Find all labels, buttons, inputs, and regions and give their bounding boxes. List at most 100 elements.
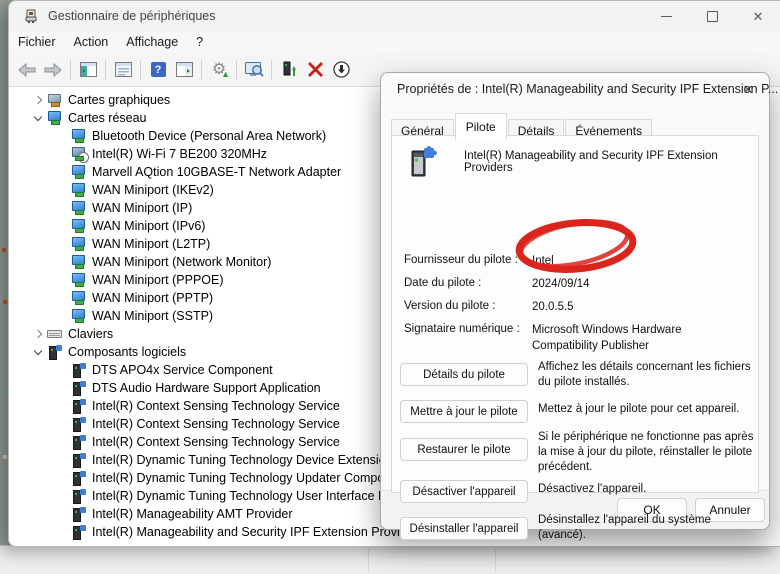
network-adapter-icon (71, 309, 86, 323)
tree-item-label: WAN Miniport (Network Monitor) (92, 255, 271, 269)
tree-item-label: WAN Miniport (L2TP) (92, 237, 210, 251)
uninstall-device-button[interactable]: Désinstaller l'appareil (400, 517, 528, 540)
forward-icon[interactable] (42, 59, 64, 81)
network-adapter-disabled-icon: ↓ (71, 147, 86, 161)
background-window-strip (0, 545, 780, 574)
software-component-icon (71, 417, 86, 431)
minimize-icon (661, 16, 672, 17)
update-driver-icon[interactable] (278, 59, 300, 81)
disabled-overlay-icon: ↓ (78, 152, 89, 163)
field-label-version: Version du pilote : (404, 300, 495, 312)
field-label-fournisseur: Fournisseur du pilote : (404, 254, 518, 266)
desktop-speck (3, 455, 7, 459)
close-icon: ✕ (743, 82, 754, 98)
keyboard-icon (47, 327, 62, 341)
dialog-close-button[interactable]: ✕ (739, 81, 757, 99)
tree-item-label: Intel(R) Context Sensing Technology Serv… (92, 399, 340, 413)
field-value-signataire: Microsoft Windows Hardware Compatibility… (532, 323, 750, 354)
chevron-right-icon[interactable] (29, 331, 47, 337)
tree-item-label: WAN Miniport (PPTP) (92, 291, 213, 305)
desktop-speck (2, 390, 6, 394)
field-label-signataire: Signataire numérique : (404, 323, 520, 335)
properties-icon[interactable] (112, 59, 134, 81)
remote-search-icon[interactable] (243, 59, 265, 81)
chevron-right-icon[interactable] (29, 97, 47, 103)
tree-item-label: Intel(R) Manageability and Security IPF … (92, 525, 424, 539)
tree-item-label: Claviers (68, 327, 113, 341)
tree-item-label: Intel(R) Context Sensing Technology Serv… (92, 435, 340, 449)
software-component-icon (71, 453, 86, 467)
minimize-button[interactable] (643, 1, 689, 31)
software-component-icon (71, 399, 86, 413)
tab-pilote[interactable]: Pilote (455, 113, 507, 140)
software-component-icon (47, 345, 62, 359)
network-adapter-icon (71, 129, 86, 143)
question-mark-icon: ? (151, 62, 166, 77)
help-icon[interactable]: ? (147, 59, 169, 81)
toolbar-separator (271, 60, 272, 80)
tree-item-label: Bluetooth Device (Personal Area Network) (92, 129, 326, 143)
desktop-speck (2, 248, 6, 252)
device-header: Intel(R) Manageability and Security IPF … (406, 146, 764, 178)
chevron-down-icon[interactable] (29, 117, 47, 120)
network-adapter-icon (71, 291, 86, 305)
divider (495, 549, 496, 571)
toolbar-separator (105, 60, 106, 80)
roll-back-driver-button[interactable]: Restaurer le pilote (400, 438, 528, 461)
show-action-pane-icon[interactable] (173, 59, 195, 81)
tree-item-label: Composants logiciels (68, 345, 186, 359)
back-icon[interactable] (16, 59, 38, 81)
menu-bar: Fichier Action Affichage ? (9, 31, 780, 53)
menu-affichage[interactable]: Affichage (117, 35, 187, 49)
tree-item-label: Intel(R) Dynamic Tuning Technology Devic… (92, 453, 400, 467)
menu-help[interactable]: ? (187, 35, 212, 49)
tree-item-label: WAN Miniport (IKEv2) (92, 183, 214, 197)
field-value-date: 2024/09/14 (532, 277, 750, 293)
uninstall-device-icon[interactable] (304, 59, 326, 81)
maximize-button[interactable] (689, 1, 735, 31)
tree-item-label: DTS Audio Hardware Support Application (92, 381, 321, 395)
display-adapter-icon (47, 93, 62, 107)
disable-device-icon[interactable] (330, 59, 352, 81)
network-adapter-icon (71, 183, 86, 197)
close-button[interactable]: ✕ (735, 1, 780, 31)
tree-item-label: WAN Miniport (PPPOE) (92, 273, 224, 287)
software-component-icon (71, 435, 86, 449)
tree-item-label: WAN Miniport (SSTP) (92, 309, 213, 323)
scan-hardware-changes-icon[interactable]: ⚙ ▲ (208, 59, 230, 81)
chevron-down-icon[interactable] (29, 351, 47, 354)
device-name: Intel(R) Manageability and Security IPF … (464, 150, 764, 174)
software-component-device-icon (406, 146, 438, 178)
software-component-icon (71, 525, 86, 539)
tree-item-label: Intel(R) Context Sensing Technology Serv… (92, 417, 340, 431)
dialog-title: Propriétés de : Intel(R) Manageability a… (397, 82, 778, 96)
close-icon: ✕ (753, 10, 764, 23)
tree-item-label: DTS APO4x Service Component (92, 363, 273, 377)
tree-item-label: Cartes graphiques (68, 93, 170, 107)
menu-action[interactable]: Action (65, 35, 118, 49)
network-adapter-icon (71, 237, 86, 251)
tree-item-label: Marvell AQtion 10GBASE-T Network Adapter (92, 165, 341, 179)
software-component-icon (71, 381, 86, 395)
software-component-icon (71, 471, 86, 485)
toolbar-separator (70, 60, 71, 80)
field-label-date: Date du pilote : (404, 277, 481, 289)
show-console-tree-icon[interactable] (77, 59, 99, 81)
arrow-up-icon: ▲ (221, 70, 230, 79)
disable-device-button[interactable]: Désactiver l'appareil (400, 480, 528, 503)
driver-details-button[interactable]: Détails du pilote (400, 363, 528, 386)
tree-item-label: WAN Miniport (IP) (92, 201, 192, 215)
network-adapter-icon (47, 111, 62, 125)
field-value-version: 20.0.5.5 (532, 300, 750, 316)
tree-item-label: Intel(R) Dynamic Tuning Technology Updat… (92, 471, 391, 485)
disable-device-description: Désactivez l'appareil. (538, 482, 754, 497)
driver-tab-panel: Intel(R) Manageability and Security IPF … (391, 135, 759, 493)
update-driver-button[interactable]: Mettre à jour le pilote (400, 400, 528, 423)
tree-item-label: WAN Miniport (IPv6) (92, 219, 205, 233)
divider (368, 549, 369, 571)
software-component-icon (71, 363, 86, 377)
menu-fichier[interactable]: Fichier (9, 35, 65, 49)
network-adapter-icon (71, 201, 86, 215)
field-value-fournisseur: Intel (532, 254, 750, 270)
network-adapter-icon (71, 255, 86, 269)
